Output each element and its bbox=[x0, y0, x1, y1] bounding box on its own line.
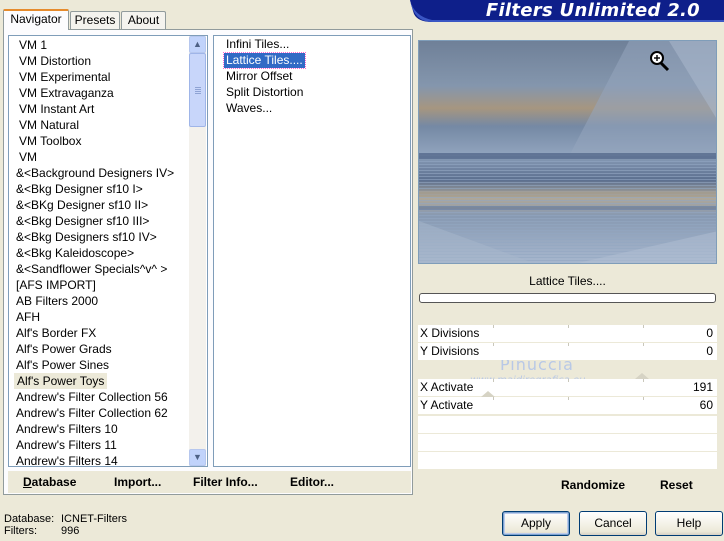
slider-marker-icon[interactable] bbox=[635, 373, 649, 379]
category-item[interactable]: VM Distortion bbox=[19, 53, 91, 69]
empty-param-row bbox=[418, 434, 717, 451]
tab-about[interactable]: About bbox=[121, 11, 166, 29]
category-item[interactable]: Andrew's Filters 14 bbox=[16, 453, 118, 466]
filter-item[interactable]: Mirror Offset bbox=[224, 69, 294, 84]
filter-item[interactable]: Lattice Tiles.... bbox=[223, 52, 306, 69]
scroll-up-icon[interactable]: ▲ bbox=[189, 36, 206, 53]
param-row[interactable]: X Divisions 0 bbox=[418, 325, 717, 342]
apply-button[interactable]: Apply bbox=[502, 511, 570, 536]
param-value[interactable]: 0 bbox=[706, 326, 713, 341]
category-item[interactable]: VM 1 bbox=[19, 37, 47, 53]
tab-presets[interactable]: Presets bbox=[70, 11, 120, 29]
category-item[interactable]: &<Sandflower Specials^v^ > bbox=[16, 261, 167, 277]
category-item[interactable]: &<Bkg Designer sf10 III> bbox=[16, 213, 149, 229]
tab-navigator[interactable]: Navigator bbox=[3, 9, 69, 30]
category-list[interactable]: VM 1 VM Distortion VM Experimental VM Extra… bbox=[8, 35, 208, 467]
scroll-thumb[interactable] bbox=[189, 53, 206, 127]
filters-status-value: 996 bbox=[61, 525, 80, 537]
category-item[interactable]: &<Bkg Designer sf10 I> bbox=[16, 181, 143, 197]
category-item[interactable]: VM Instant Art bbox=[19, 101, 94, 117]
filter-item[interactable]: Infini Tiles... bbox=[224, 37, 291, 52]
param-value[interactable]: 191 bbox=[693, 380, 713, 395]
cancel-button[interactable]: Cancel bbox=[579, 511, 647, 536]
editor-button[interactable]: Editor... bbox=[290, 471, 334, 493]
category-item[interactable]: VM Natural bbox=[19, 117, 79, 133]
empty-param-row bbox=[418, 416, 717, 433]
param-label: Y Activate bbox=[420, 398, 474, 412]
category-item[interactable]: Andrew's Filter Collection 62 bbox=[16, 405, 168, 421]
filters-status-label: Filters: bbox=[4, 525, 37, 537]
category-item[interactable]: Alf's Power Grads bbox=[16, 341, 112, 357]
category-item[interactable]: VM Experimental bbox=[19, 69, 110, 85]
scroll-down-icon[interactable]: ▼ bbox=[189, 449, 206, 466]
help-button[interactable]: Help bbox=[655, 511, 723, 536]
category-item[interactable]: VM Toolbox bbox=[19, 133, 81, 149]
category-item[interactable]: AFH bbox=[16, 309, 40, 325]
randomize-button[interactable]: Randomize bbox=[561, 477, 625, 493]
empty-param-row bbox=[418, 452, 717, 469]
filter-info-button[interactable]: Filter Info... bbox=[193, 471, 258, 493]
param-value[interactable]: 0 bbox=[706, 344, 713, 359]
category-item[interactable]: [AFS IMPORT] bbox=[16, 277, 96, 293]
category-item[interactable]: &<Bkg Kaleidoscope> bbox=[16, 245, 134, 261]
category-item[interactable]: VM Extravaganza bbox=[19, 85, 114, 101]
param-row[interactable]: X Activate 191 bbox=[418, 373, 717, 396]
progress-bar bbox=[419, 293, 716, 303]
param-value[interactable]: 60 bbox=[700, 398, 713, 413]
category-item[interactable]: VM bbox=[19, 149, 37, 165]
slider-marker-icon[interactable] bbox=[481, 391, 495, 397]
category-item[interactable]: Alf's Power Toys bbox=[14, 373, 108, 389]
filter-item[interactable]: Waves... bbox=[224, 101, 274, 116]
category-item[interactable]: Andrew's Filters 11 bbox=[16, 437, 117, 453]
category-item[interactable]: &<Background Designers IV> bbox=[16, 165, 174, 181]
selected-filter-name: Lattice Tiles.... bbox=[529, 274, 606, 288]
filter-list[interactable]: Infini Tiles... Lattice Tiles.... Mirror O… bbox=[213, 35, 411, 467]
category-item[interactable]: Alf's Border FX bbox=[16, 325, 96, 341]
category-item[interactable]: &<BKg Designer sf10 II> bbox=[16, 197, 148, 213]
filter-item[interactable]: Split Distortion bbox=[224, 85, 305, 100]
param-label: X Activate bbox=[420, 380, 474, 394]
category-item[interactable]: Andrew's Filters 10 bbox=[16, 421, 118, 437]
param-label: Y Divisions bbox=[420, 344, 480, 358]
category-scrollbar[interactable]: ▲ ▼ bbox=[189, 36, 206, 466]
param-row[interactable]: Y Activate 60 bbox=[418, 391, 717, 414]
category-item[interactable]: Andrew's Filter Collection 56 bbox=[16, 389, 168, 405]
category-item[interactable]: AB Filters 2000 bbox=[16, 293, 98, 309]
title-banner: Filters Unlimited 2.0 bbox=[410, 0, 724, 24]
reset-button[interactable]: Reset bbox=[660, 477, 693, 493]
param-row[interactable]: Y Divisions 0 bbox=[418, 343, 717, 360]
database-label: atabase bbox=[31, 475, 77, 489]
database-button[interactable]: Database bbox=[23, 471, 76, 493]
param-label: X Divisions bbox=[420, 326, 480, 340]
app-title: Filters Unlimited 2.0 bbox=[485, 0, 700, 21]
category-item[interactable]: &<Bkg Designers sf10 IV> bbox=[16, 229, 157, 245]
preview-image[interactable] bbox=[418, 40, 717, 264]
category-item[interactable]: Alf's Power Sines bbox=[16, 357, 109, 373]
preview-graphic bbox=[419, 41, 716, 263]
import-button[interactable]: Import... bbox=[114, 471, 161, 493]
